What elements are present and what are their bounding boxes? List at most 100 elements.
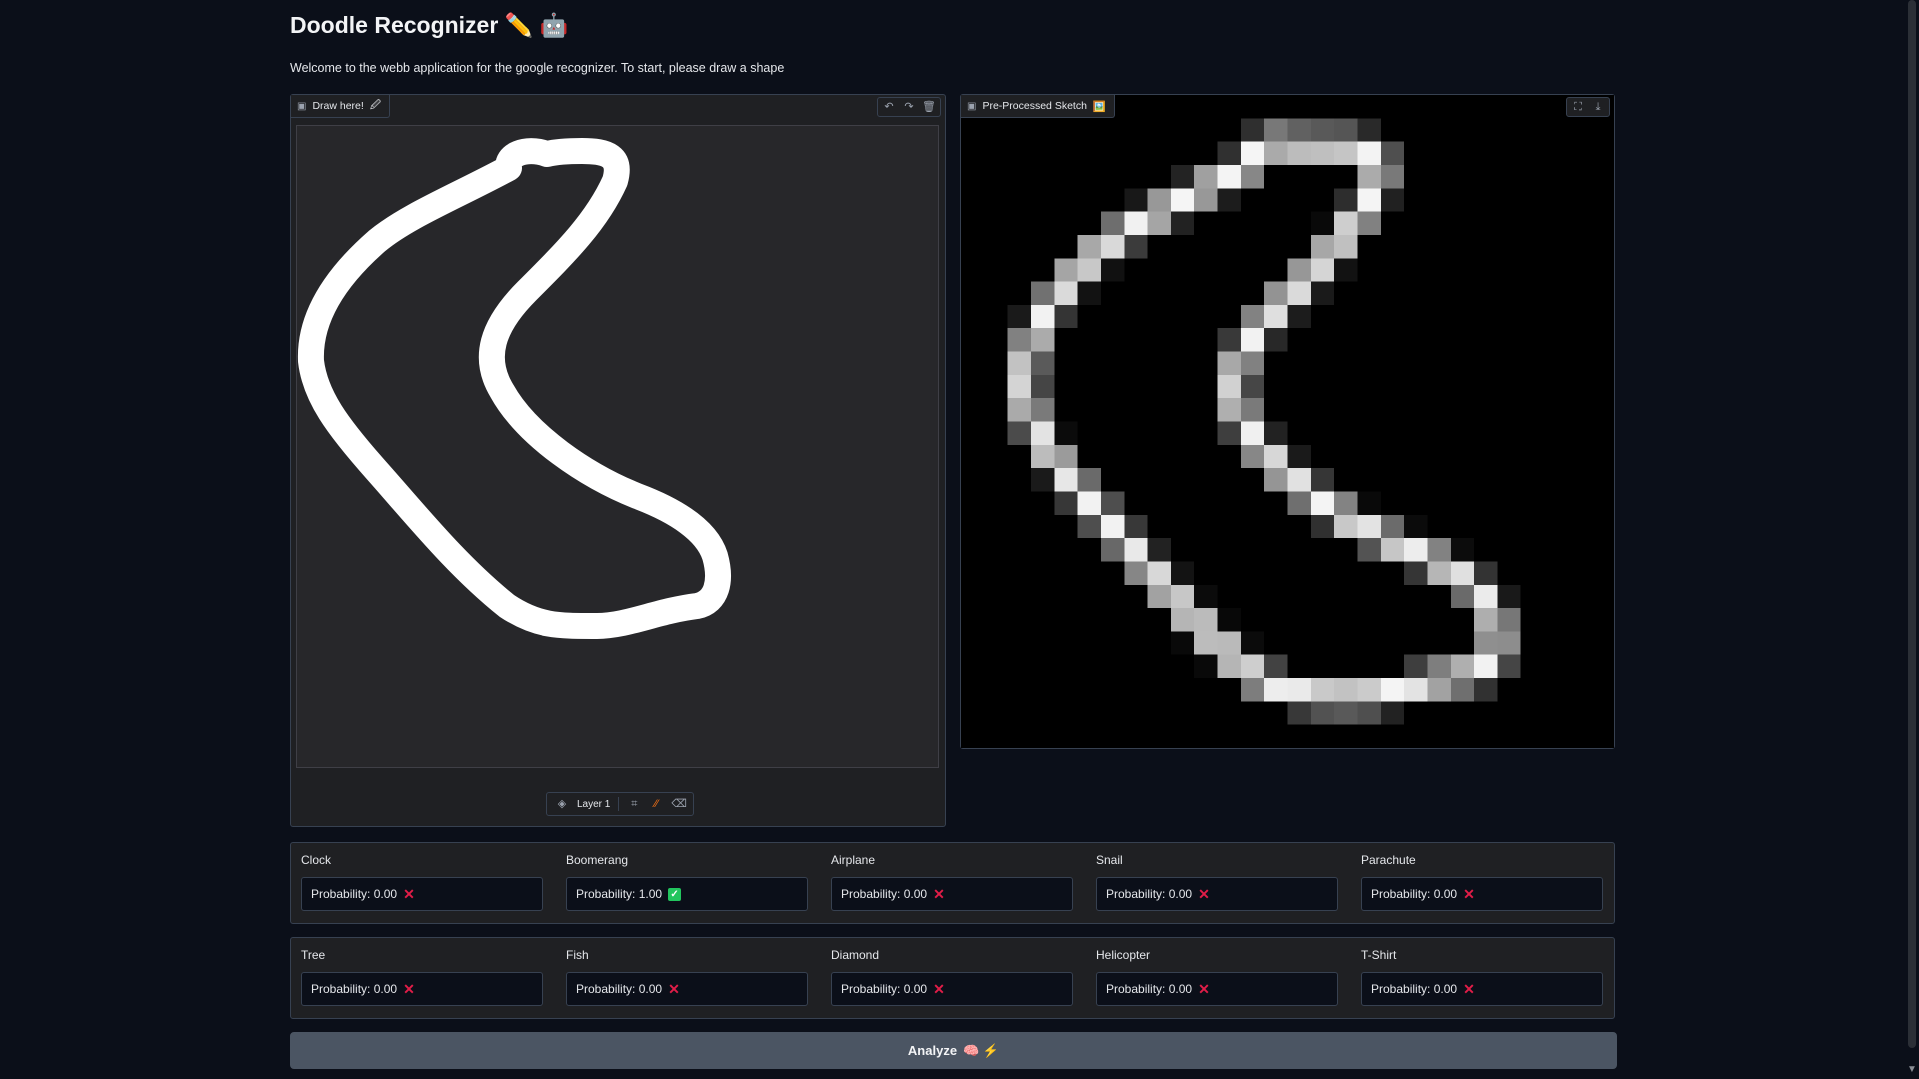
preview-pixel bbox=[1450, 678, 1475, 702]
preview-pixel bbox=[1240, 118, 1265, 142]
cross-icon: ✕ bbox=[1198, 981, 1210, 997]
preview-pixel bbox=[1007, 351, 1031, 375]
preview-pixel bbox=[1474, 678, 1498, 702]
preview-pixel bbox=[1264, 118, 1288, 142]
preview-pixel bbox=[1264, 304, 1288, 329]
preview-pixel bbox=[1450, 584, 1475, 609]
results-row-1: Clock Probability: 0.00 ✕ Boomerang Prob… bbox=[290, 842, 1615, 924]
fullscreen-icon[interactable]: ⛶ bbox=[1571, 100, 1585, 114]
preview-pixel bbox=[1240, 374, 1265, 399]
preview-pixel bbox=[1334, 211, 1358, 235]
preview-pixel bbox=[1497, 654, 1521, 679]
preview-pixel bbox=[1450, 538, 1475, 562]
class-label: Helicopter bbox=[1096, 948, 1151, 962]
pencil-icon: 🖉 bbox=[369, 99, 382, 111]
layers-icon[interactable]: ◈ bbox=[555, 797, 569, 811]
undo-icon[interactable]: ↶ bbox=[882, 100, 896, 114]
class-label: Diamond bbox=[831, 948, 880, 962]
preview-pixel bbox=[1287, 491, 1311, 515]
class-label: Parachute bbox=[1361, 853, 1416, 867]
preview-pixel bbox=[1310, 281, 1335, 305]
doodle-stroke bbox=[297, 138, 731, 639]
cross-icon: ✕ bbox=[1463, 886, 1475, 902]
page-scrollbar[interactable]: ▼ bbox=[1905, 0, 1919, 1079]
eraser-icon[interactable]: ⌫ bbox=[671, 797, 687, 811]
preview-pixel bbox=[1194, 164, 1218, 189]
preview-pixel bbox=[1100, 538, 1125, 562]
redo-icon[interactable]: ↷ bbox=[902, 100, 916, 114]
preview-pixel bbox=[1007, 398, 1031, 422]
cross-icon: ✕ bbox=[668, 981, 680, 997]
preview-pixel bbox=[1357, 211, 1381, 235]
preview-pixel bbox=[1147, 188, 1171, 212]
intro-text: Welcome to the webb application for the … bbox=[290, 61, 785, 75]
preview-pixel bbox=[1264, 421, 1288, 445]
preview-pixel bbox=[1124, 234, 1148, 259]
page-title: Doodle Recognizer ✏️ 🤖 bbox=[290, 12, 569, 38]
preview-pixel bbox=[1474, 584, 1498, 609]
preview-pixel bbox=[1310, 118, 1335, 142]
preview-pixel bbox=[1054, 281, 1078, 305]
preview-pixel bbox=[1054, 304, 1078, 329]
probability-field: Probability: 0.00 ✕ bbox=[301, 972, 543, 1006]
preview-pixel bbox=[1240, 631, 1265, 655]
drawing-canvas[interactable] bbox=[296, 125, 939, 768]
layer-label[interactable]: Layer 1 bbox=[577, 799, 610, 810]
download-icon[interactable]: ⤓ bbox=[1591, 100, 1605, 114]
preview-pixel bbox=[1170, 211, 1195, 235]
probability-field: Probability: 0.00 ✕ bbox=[1096, 972, 1338, 1006]
probability-field: Probability: 0.00 ✕ bbox=[1096, 877, 1338, 911]
preview-pixel bbox=[1054, 491, 1078, 515]
title-emoji: ✏️ 🤖 bbox=[504, 12, 569, 38]
scroll-down-arrow-icon[interactable]: ▼ bbox=[1905, 1063, 1919, 1077]
preview-pixel bbox=[1380, 514, 1405, 539]
class-label: Boomerang bbox=[566, 853, 629, 867]
preview-pixel bbox=[1474, 631, 1498, 655]
brush-icon[interactable]: ⁄⁄ bbox=[649, 797, 663, 811]
result-card-fish: Fish Probability: 0.00 ✕ bbox=[566, 938, 810, 1018]
preview-pixel bbox=[1334, 258, 1358, 282]
cross-icon: ✕ bbox=[403, 886, 415, 902]
preview-pixel bbox=[1240, 164, 1265, 189]
probability-field: Probability: 0.00 ✕ bbox=[301, 877, 543, 911]
preview-pixel bbox=[1404, 678, 1428, 702]
preview-pixel bbox=[1100, 234, 1125, 259]
class-label: Clock bbox=[301, 853, 332, 867]
analyze-button[interactable]: Analyze 🧠 ⚡ bbox=[290, 1032, 1617, 1069]
preview-pixel bbox=[1077, 514, 1101, 539]
preview-pixel bbox=[1380, 678, 1405, 702]
preview-pixel bbox=[1357, 538, 1381, 562]
cross-icon: ✕ bbox=[933, 886, 945, 902]
preview-pixel bbox=[1100, 514, 1125, 539]
preview-pixel bbox=[1077, 491, 1101, 515]
preview-pixel bbox=[1264, 444, 1288, 469]
preview-pixel bbox=[1310, 468, 1335, 492]
preview-pixel bbox=[1264, 654, 1288, 679]
class-label: Airplane bbox=[831, 853, 876, 867]
preview-pixel bbox=[1310, 701, 1335, 725]
preview-pixel bbox=[1357, 188, 1381, 212]
result-card-clock: Clock Probability: 0.00 ✕ bbox=[301, 843, 545, 923]
sketchpad-toolbar: ↶ ↷ 🗑 bbox=[877, 97, 941, 117]
probability-field: Probability: 0.00 ✕ bbox=[831, 972, 1073, 1006]
preview-pixel bbox=[1310, 141, 1335, 165]
result-card-tshirt: T-Shirt Probability: 0.00 ✕ bbox=[1361, 938, 1605, 1018]
preview-panel: ▣ Pre-Processed Sketch 🖼️ ⛶ ⤓ bbox=[960, 94, 1615, 749]
preview-pixel bbox=[1054, 258, 1078, 282]
trash-icon[interactable]: 🗑 bbox=[922, 100, 936, 114]
preview-pixel bbox=[1380, 538, 1405, 562]
preview-pixel bbox=[1240, 678, 1265, 702]
preview-pixel bbox=[1124, 188, 1148, 212]
preview-pixel bbox=[1287, 701, 1311, 725]
preview-pixel bbox=[1217, 141, 1241, 165]
preview-pixel bbox=[1287, 678, 1311, 702]
result-card-tree: Tree Probability: 0.00 ✕ bbox=[301, 938, 545, 1018]
class-label: Snail bbox=[1096, 853, 1123, 867]
preview-pixel bbox=[1124, 561, 1148, 585]
preview-pixel bbox=[1287, 118, 1311, 142]
crop-icon[interactable]: ⌗ bbox=[627, 797, 641, 811]
preview-pixel bbox=[1100, 491, 1125, 515]
preview-pixel bbox=[1264, 678, 1288, 702]
scrollbar-thumb[interactable] bbox=[1908, 0, 1916, 1048]
probability-field: Probability: 0.00 ✕ bbox=[831, 877, 1073, 911]
